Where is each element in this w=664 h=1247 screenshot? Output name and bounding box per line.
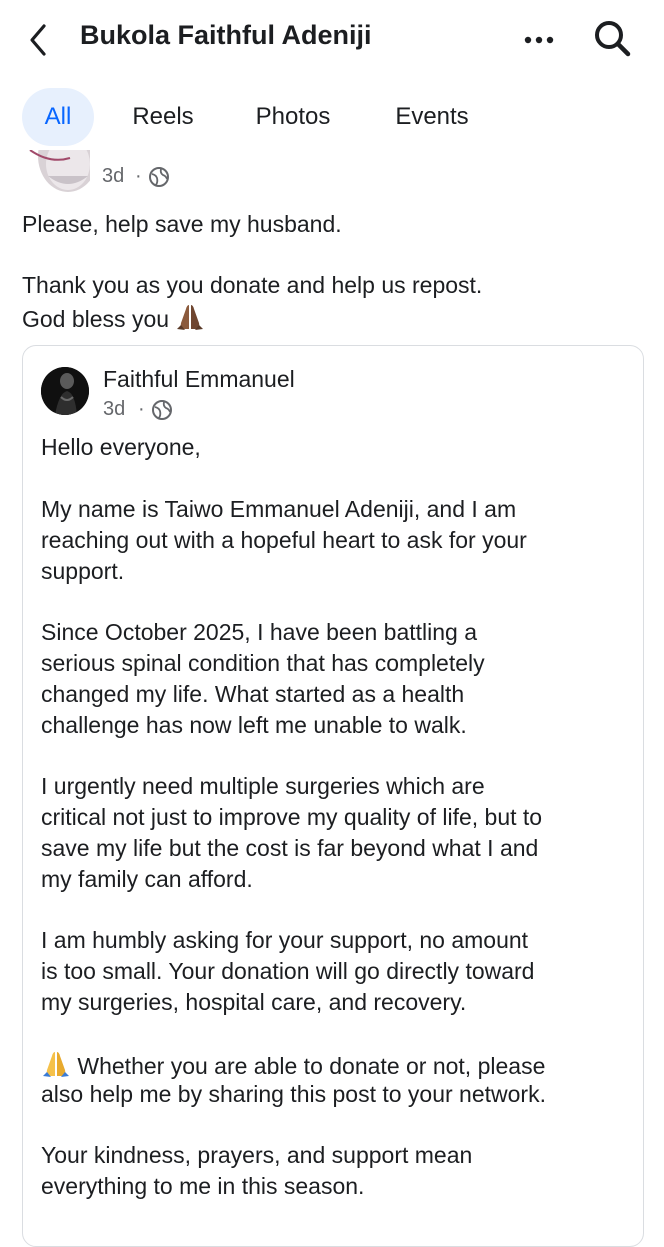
tab-photos[interactable]: Photos [240,88,346,146]
shared-post-line: Hello everyone, [41,434,201,460]
shared-post-line: is too small. Your donation will go dire… [41,958,535,984]
shared-post-line: changed my life. What started as a healt… [41,681,465,707]
page-title: Bukola Faithful Adeniji [80,20,372,50]
post-timestamp: 3d [102,165,125,187]
shared-post-line: Whether you are able to donate or not, p… [41,1050,545,1084]
meta-separator: · [138,398,145,420]
avatar[interactable] [20,150,90,194]
post-text-line-content: God bless you [22,306,170,332]
shared-post-line: support. [41,558,125,584]
shared-post-line: My name is Taiwo Emmanuel Adeniji, and I… [41,496,517,522]
top-bar: Bukola Faithful Adeniji [0,0,664,80]
shared-post-line: my surgeries, hospital care, and recover… [41,989,467,1015]
more-horizontal-icon [524,36,554,44]
shared-post-author[interactable]: Faithful Emmanuel [103,366,295,393]
globe-icon [148,166,170,188]
shared-post-line: reaching out with a hopeful heart to ask… [41,527,527,553]
shared-post-line: critical not just to improve my quality … [41,804,543,830]
shared-post-line: I am humbly asking for your support, no … [41,927,529,953]
meta-separator: · [135,165,142,187]
tab-events[interactable]: Events [380,88,484,146]
shared-post-line: save my life but the cost is far beyond … [41,835,539,861]
post-text-line: God bless you [22,303,205,337]
shared-post-line: my family can afford. [41,866,253,892]
chevron-left-icon [30,24,46,56]
tab-all[interactable]: All [22,88,94,146]
shared-post-line: Since October 2025, I have been battling… [41,619,478,645]
search-icon [595,21,631,57]
shared-post-timestamp: 3d [103,398,126,420]
shared-post-line: Your kindness, prayers, and support mean [41,1142,473,1168]
folded-hands-emoji [175,303,205,337]
more-button[interactable] [520,22,560,58]
shared-post-line: challenge has now left me unable to walk… [41,712,467,738]
shared-post-card[interactable]: Faithful Emmanuel 3d · Hello everyone, M… [22,345,644,1247]
shared-post-line: also help me by sharing this post to you… [41,1081,546,1107]
globe-icon [151,399,173,421]
shared-post-line: serious spinal condition that has comple… [41,650,485,676]
post-text-line: Thank you as you donate and help us repo… [22,272,483,298]
shared-post-line: I urgently need multiple surgeries which… [41,773,485,799]
folded-hands-emoji [41,1050,71,1084]
shared-post-line-content: Whether you are able to donate or not, p… [77,1053,546,1079]
tab-reels[interactable]: Reels [118,88,208,146]
shared-post-avatar[interactable] [41,367,89,415]
back-button[interactable] [22,18,62,62]
post-text-line: Please, help save my husband. [22,211,342,237]
shared-post-line: everything to me in this season. [41,1173,365,1199]
search-button[interactable] [590,16,636,62]
profile-tabs: All Reels Photos Events [0,86,664,152]
